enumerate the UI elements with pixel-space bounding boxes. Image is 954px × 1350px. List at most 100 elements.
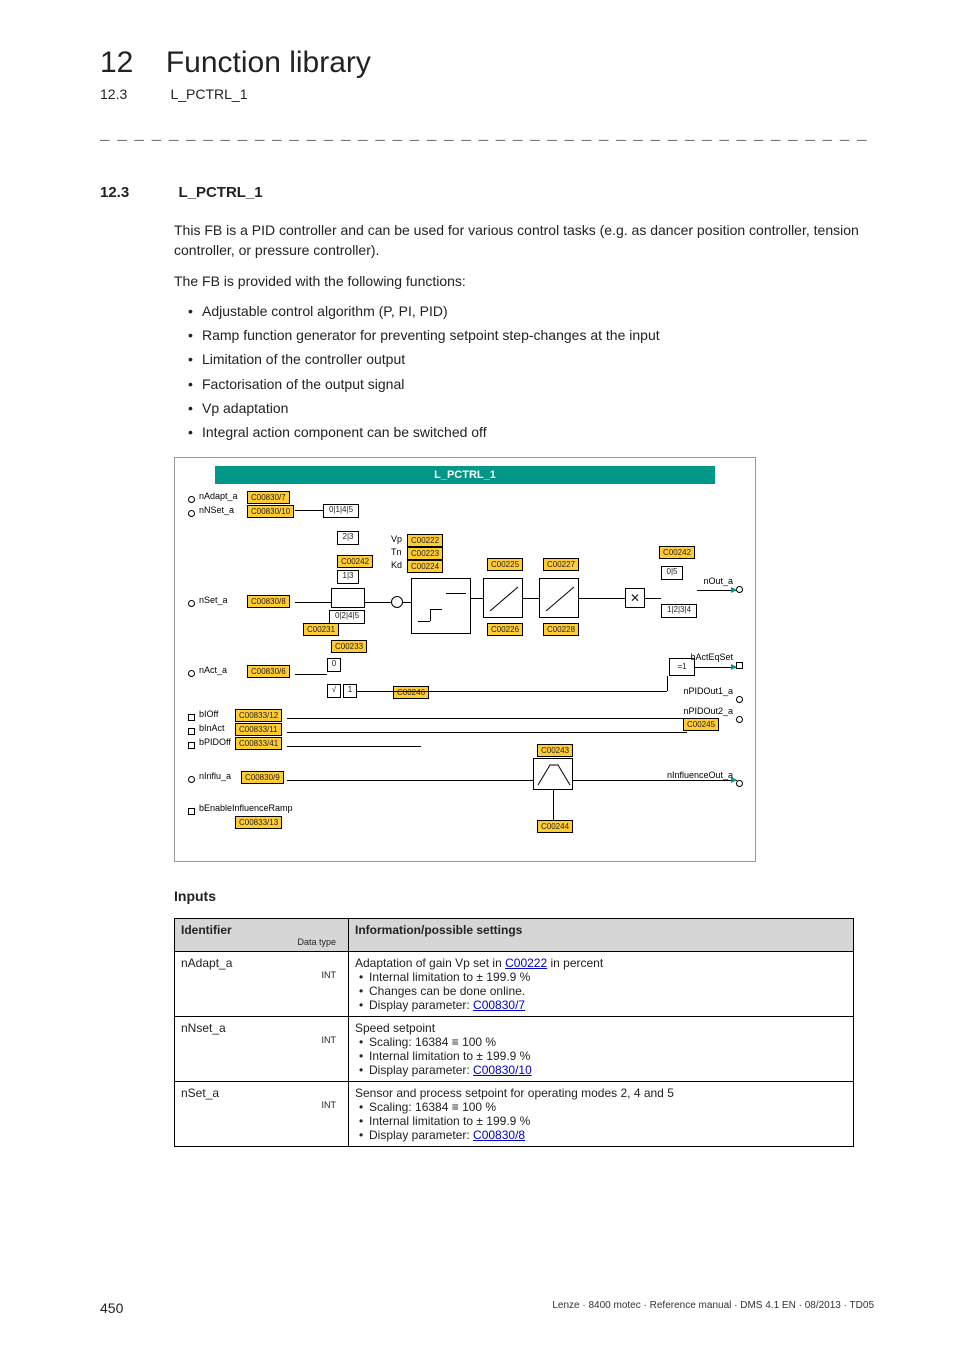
table-header-datatype: Data type bbox=[181, 937, 342, 947]
list-item: Adjustable control algorithm (P, PI, PID… bbox=[188, 301, 874, 321]
sqrt-box: √ bbox=[327, 684, 341, 698]
wire bbox=[295, 602, 331, 603]
list-item: Vp adaptation bbox=[188, 398, 874, 418]
signal-label: nNSet_a bbox=[199, 505, 234, 515]
list-item: Ramp function generator for preventing s… bbox=[188, 325, 874, 345]
block-diagram: L_PCTRL_1 nAdapt_a C00830/7 nNSet_a C008… bbox=[174, 457, 756, 862]
table-header-info: Information/possible settings bbox=[349, 918, 854, 951]
identifier-name: nSet_a bbox=[181, 1086, 219, 1100]
page-footer: 450 Lenze · 8400 motec · Reference manua… bbox=[100, 1300, 874, 1316]
identifier-datatype: INT bbox=[181, 970, 342, 980]
signal-label: bActEqSet bbox=[690, 652, 733, 662]
gain-label: Vp bbox=[391, 534, 402, 544]
wire bbox=[579, 598, 625, 599]
wire bbox=[471, 598, 483, 599]
diagram-title: L_PCTRL_1 bbox=[215, 466, 715, 484]
param-chip: C00833/41 bbox=[235, 737, 282, 750]
table-row: nSet_a INT Sensor and process setpoint f… bbox=[175, 1081, 854, 1146]
wire bbox=[523, 598, 539, 599]
param-link[interactable]: C00830/8 bbox=[473, 1128, 525, 1142]
signal-label: nAct_a bbox=[199, 665, 227, 675]
param-chip: C00833/11 bbox=[235, 723, 282, 736]
signal-label: nAdapt_a bbox=[199, 491, 238, 501]
param-chip: C00245 bbox=[683, 718, 719, 731]
port-icon bbox=[188, 714, 195, 721]
chapter-number: 12 bbox=[100, 46, 133, 80]
param-chip: C00830/6 bbox=[247, 665, 290, 678]
param-chip: C00223 bbox=[407, 547, 443, 560]
inputs-heading: Inputs bbox=[174, 888, 874, 904]
mux-box: 0|2|4|5 bbox=[329, 610, 365, 624]
footer-metadata: Lenze · 8400 motec · Reference manual · … bbox=[552, 1300, 874, 1311]
page-header: 12 Function library 12.3 L_PCTRL_1 bbox=[100, 46, 874, 104]
wire bbox=[295, 510, 323, 511]
table-row: nAdapt_a INT Adaptation of gain Vp set i… bbox=[175, 951, 854, 1016]
signal-label: nInflu_a bbox=[199, 771, 231, 781]
wire bbox=[287, 718, 687, 719]
param-chip: C00227 bbox=[543, 558, 579, 571]
wire bbox=[287, 732, 687, 733]
list-item: Display parameter: C00830/10 bbox=[359, 1063, 847, 1077]
mux-box: 2|3 bbox=[337, 531, 359, 545]
signal-label: nSet_a bbox=[199, 595, 228, 605]
port-icon bbox=[736, 716, 743, 723]
ramp-icon bbox=[534, 759, 574, 791]
mux-box: 1|3 bbox=[337, 570, 359, 584]
param-link[interactable]: C00830/10 bbox=[473, 1063, 532, 1077]
section-number: 12.3 bbox=[100, 184, 174, 201]
mux-box: 1|2|3|4 bbox=[661, 604, 697, 618]
subsection-number: 12.3 bbox=[100, 86, 166, 102]
limit-icon bbox=[484, 579, 524, 619]
wire bbox=[573, 780, 737, 781]
identifier-datatype: INT bbox=[181, 1100, 342, 1110]
param-chip: C00228 bbox=[543, 623, 579, 636]
param-link[interactable]: C00222 bbox=[505, 956, 547, 970]
list-item: Integral action component can be switche… bbox=[188, 422, 874, 442]
table-row: nNset_a INT Speed setpoint Scaling: 1638… bbox=[175, 1016, 854, 1081]
intro-para-1: This FB is a PID controller and can be u… bbox=[174, 220, 874, 261]
port-icon bbox=[736, 696, 743, 703]
signal-label: bPIDOff bbox=[199, 737, 231, 747]
table-header-identifier: Identifier Data type bbox=[175, 918, 349, 951]
gain-label: Kd bbox=[391, 560, 402, 570]
arrow-icon bbox=[731, 587, 737, 593]
one-box: 1 bbox=[343, 684, 357, 698]
identifier-name: nAdapt_a bbox=[181, 956, 232, 970]
port-icon bbox=[188, 742, 195, 749]
param-chip: C00244 bbox=[537, 820, 573, 833]
list-item: Display parameter: C00830/8 bbox=[359, 1128, 847, 1142]
param-chip: C00224 bbox=[407, 560, 443, 573]
port-icon bbox=[188, 808, 195, 815]
list-item: Scaling: 16384 ≡ 100 % bbox=[359, 1100, 847, 1114]
param-chip: C00233 bbox=[331, 640, 367, 653]
arrow-icon bbox=[731, 664, 737, 670]
signal-label: bInAct bbox=[199, 723, 225, 733]
wire bbox=[403, 602, 411, 603]
mux-box: 0|5 bbox=[661, 566, 683, 580]
wire bbox=[287, 780, 533, 781]
separator-dashes: _ _ _ _ _ _ _ _ _ _ _ _ _ _ _ _ _ _ _ _ … bbox=[100, 126, 874, 144]
port-icon bbox=[736, 780, 743, 787]
inputs-table: Identifier Data type Information/possibl… bbox=[174, 918, 854, 1147]
wire bbox=[295, 674, 327, 675]
param-chip: C00242 bbox=[659, 546, 695, 559]
param-chip: C00830/10 bbox=[247, 505, 294, 518]
info-list: Scaling: 16384 ≡ 100 % Internal limitati… bbox=[359, 1100, 847, 1142]
param-chip: C00225 bbox=[487, 558, 523, 571]
param-link[interactable]: C00830/7 bbox=[473, 998, 525, 1012]
limit-block bbox=[483, 578, 523, 618]
param-chip: C00833/13 bbox=[235, 816, 282, 829]
identifier-name: nNset_a bbox=[181, 1021, 226, 1035]
port-icon bbox=[736, 586, 743, 593]
subsection-title: L_PCTRL_1 bbox=[170, 86, 247, 102]
identifier-datatype: INT bbox=[181, 1035, 342, 1045]
list-item: Scaling: 16384 ≡ 100 % bbox=[359, 1035, 847, 1049]
param-chip: C00243 bbox=[537, 744, 573, 757]
param-chip: C00246 bbox=[393, 686, 429, 699]
list-item: Limitation of the controller output bbox=[188, 349, 874, 369]
info-lead: Adaptation of gain Vp set in bbox=[355, 956, 505, 970]
info-lead: Speed setpoint bbox=[355, 1021, 435, 1035]
port-icon bbox=[188, 728, 195, 735]
mux-box: 0|1|4|5 bbox=[323, 504, 359, 518]
param-chip: C00830/7 bbox=[247, 491, 290, 504]
